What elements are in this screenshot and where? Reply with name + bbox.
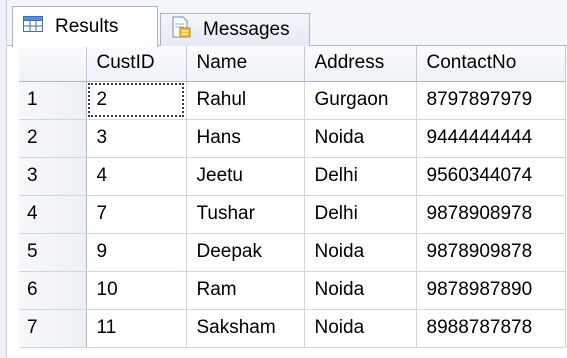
cell-custid[interactable]: 2 (86, 81, 187, 120)
cell-address[interactable]: Noida (304, 233, 417, 272)
row-number[interactable]: 5 (19, 233, 87, 272)
cell-custid[interactable]: 9 (86, 233, 187, 272)
cell-contactno[interactable]: 9878987890 (416, 271, 566, 310)
cell-name[interactable]: Rahul (186, 81, 305, 120)
grid-header-row: CustID Name Address ContactNo (19, 46, 566, 82)
grid-icon (23, 16, 43, 38)
cell-name[interactable]: Deepak (186, 233, 305, 272)
cell-address[interactable]: Delhi (304, 157, 417, 196)
cell-contactno[interactable]: 9444444444 (416, 119, 566, 158)
cell-contactno[interactable]: 8797897979 (416, 81, 566, 120)
results-pane: Results Messages CustID Name Address Con… (0, 0, 567, 358)
cell-address[interactable]: Gurgaon (304, 81, 417, 120)
cell-custid[interactable]: 10 (86, 271, 187, 310)
cell-name[interactable]: Saksham (186, 309, 305, 348)
cell-custid[interactable]: 3 (86, 119, 187, 158)
table-row[interactable]: 5 9 Deepak Noida 9878909878 (19, 233, 566, 272)
cell-address[interactable]: Noida (304, 271, 417, 310)
tab-messages[interactable]: Messages (160, 13, 310, 46)
table-row[interactable]: 7 11 Saksham Noida 8988787878 (19, 309, 566, 348)
tab-results[interactable]: Results (12, 6, 158, 47)
cell-custid[interactable]: 4 (86, 157, 187, 196)
cell-name[interactable]: Tushar (186, 195, 305, 234)
cell-name[interactable]: Hans (186, 119, 305, 158)
row-number[interactable]: 2 (19, 119, 87, 158)
table-row[interactable]: 2 3 Hans Noida 9444444444 (19, 119, 566, 158)
table-row[interactable]: 6 10 Ram Noida 9878987890 (19, 271, 566, 310)
cell-address[interactable]: Noida (304, 309, 417, 348)
row-number[interactable]: 6 (19, 271, 87, 310)
tab-results-label: Results (55, 16, 119, 37)
column-header-name[interactable]: Name (186, 46, 305, 82)
pane-left-edge (0, 0, 7, 358)
cell-custid[interactable]: 7 (86, 195, 187, 234)
grid-corner-cell[interactable] (19, 46, 87, 82)
row-number[interactable]: 4 (19, 195, 87, 234)
cell-contactno[interactable]: 9560344074 (416, 157, 566, 196)
cell-contactno[interactable]: 9878908978 (416, 195, 566, 234)
column-header-address[interactable]: Address (304, 46, 417, 82)
messages-icon (171, 16, 191, 44)
column-header-custid[interactable]: CustID (86, 46, 187, 82)
tab-messages-label: Messages (203, 19, 290, 40)
cell-custid[interactable]: 11 (86, 309, 187, 348)
row-number[interactable]: 7 (19, 309, 87, 348)
cell-name[interactable]: Jeetu (186, 157, 305, 196)
results-grid-area: CustID Name Address ContactNo 1 2 Rahul … (7, 46, 567, 358)
cell-contactno[interactable]: 8988787878 (416, 309, 566, 348)
column-header-contactno[interactable]: ContactNo (416, 46, 566, 82)
table-row[interactable]: 3 4 Jeetu Delhi 9560344074 (19, 157, 566, 196)
cell-address[interactable]: Delhi (304, 195, 417, 234)
table-row[interactable]: 4 7 Tushar Delhi 9878908978 (19, 195, 566, 234)
results-grid[interactable]: CustID Name Address ContactNo 1 2 Rahul … (19, 46, 566, 348)
cell-address[interactable]: Noida (304, 119, 417, 158)
cell-name[interactable]: Ram (186, 271, 305, 310)
row-number[interactable]: 3 (19, 157, 87, 196)
cell-contactno[interactable]: 9878909878 (416, 233, 566, 272)
row-number[interactable]: 1 (19, 81, 87, 120)
table-row[interactable]: 1 2 Rahul Gurgaon 8797897979 (19, 81, 566, 120)
